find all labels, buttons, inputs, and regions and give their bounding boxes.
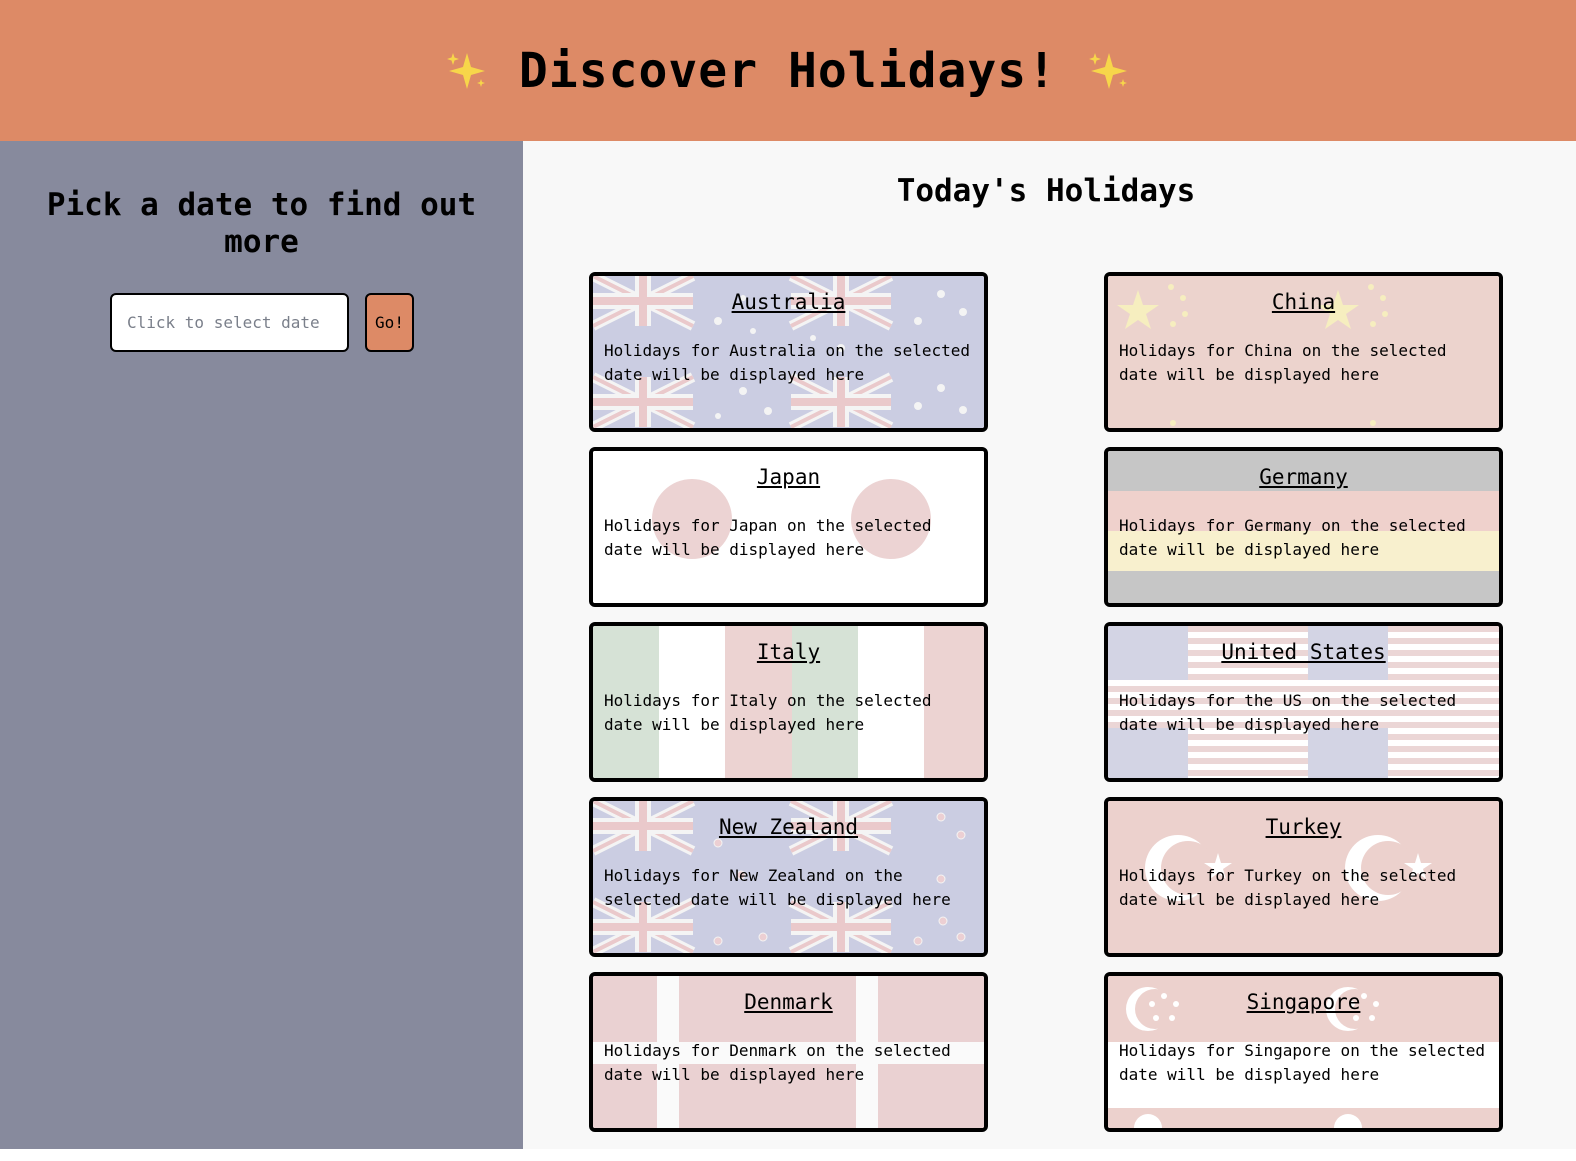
card-country-name[interactable]: Turkey — [1108, 815, 1499, 839]
card-country-name[interactable]: Japan — [593, 465, 984, 489]
sparkles-icon — [1089, 52, 1128, 89]
holiday-card-denmark[interactable]: Denmark Holidays for Denmark on the sele… — [589, 972, 988, 1132]
card-country-name[interactable]: Denmark — [593, 990, 984, 1014]
card-holiday-text: Holidays for Germany on the selected dat… — [1119, 516, 1466, 559]
card-country-name[interactable]: Germany — [1108, 465, 1499, 489]
card-holiday-text: Holidays for Italy on the selected date … — [604, 691, 932, 734]
sidebar: Pick a date to find out more Go! — [0, 141, 523, 1149]
sidebar-heading: Pick a date to find out more — [46, 187, 477, 260]
page-title: Discover Holidays! — [518, 42, 1058, 99]
main-content: Today's Holidays Australia Holidays for … — [523, 141, 1576, 1149]
card-country-name[interactable]: United States — [1108, 640, 1499, 664]
card-country-name[interactable]: New Zealand — [593, 815, 984, 839]
card-holiday-text: Holidays for China on the selected date … — [1119, 341, 1447, 384]
card-country-name[interactable]: Australia — [593, 290, 984, 314]
section-heading: Today's Holidays — [896, 173, 1196, 209]
holiday-card-new-zealand[interactable]: New Zealand Holidays for New Zealand on … — [589, 797, 988, 957]
holiday-card-italy[interactable]: Italy Holidays for Italy on the selected… — [589, 622, 988, 782]
sparkles-icon — [446, 52, 485, 89]
date-input[interactable] — [110, 293, 349, 352]
card-holiday-text: Holidays for Japan on the selected date … — [604, 516, 932, 559]
app-header: Discover Holidays! — [0, 0, 1576, 141]
card-holiday-text: Holidays for the US on the selected date… — [1119, 691, 1457, 734]
holiday-card-germany[interactable]: Germany Holidays for Germany on the sele… — [1104, 447, 1503, 607]
card-country-name[interactable]: Singapore — [1108, 990, 1499, 1014]
card-holiday-text: Holidays for Denmark on the selected dat… — [604, 1041, 951, 1084]
holiday-card-australia[interactable]: Australia Holidays for Australia on the … — [589, 272, 988, 432]
go-button[interactable]: Go! — [365, 293, 414, 352]
page-bottom-edge — [0, 1149, 1576, 1161]
card-holiday-text: Holidays for New Zealand on the selected… — [604, 866, 951, 909]
holiday-card-united-states[interactable]: United States Holidays for the US on the… — [1104, 622, 1503, 782]
card-country-name[interactable]: Italy — [593, 640, 984, 664]
card-holiday-text: Holidays for Australia on the selected d… — [604, 341, 971, 384]
card-holiday-text: Holidays for Turkey on the selected date… — [1119, 866, 1457, 909]
page-title-wrap: Discover Holidays! — [445, 43, 1131, 99]
card-country-name[interactable]: China — [1108, 290, 1499, 314]
card-holiday-text: Holidays for Singapore on the selected d… — [1119, 1041, 1486, 1084]
holiday-card-japan[interactable]: Japan Holidays for Japan on the selected… — [589, 447, 988, 607]
holiday-card-china[interactable]: China Holidays for China on the selected… — [1104, 272, 1503, 432]
holiday-card-singapore[interactable]: Singapore Holidays for Singapore on the … — [1104, 972, 1503, 1132]
holiday-card-turkey[interactable]: Turkey Holidays for Turkey on the select… — [1104, 797, 1503, 957]
